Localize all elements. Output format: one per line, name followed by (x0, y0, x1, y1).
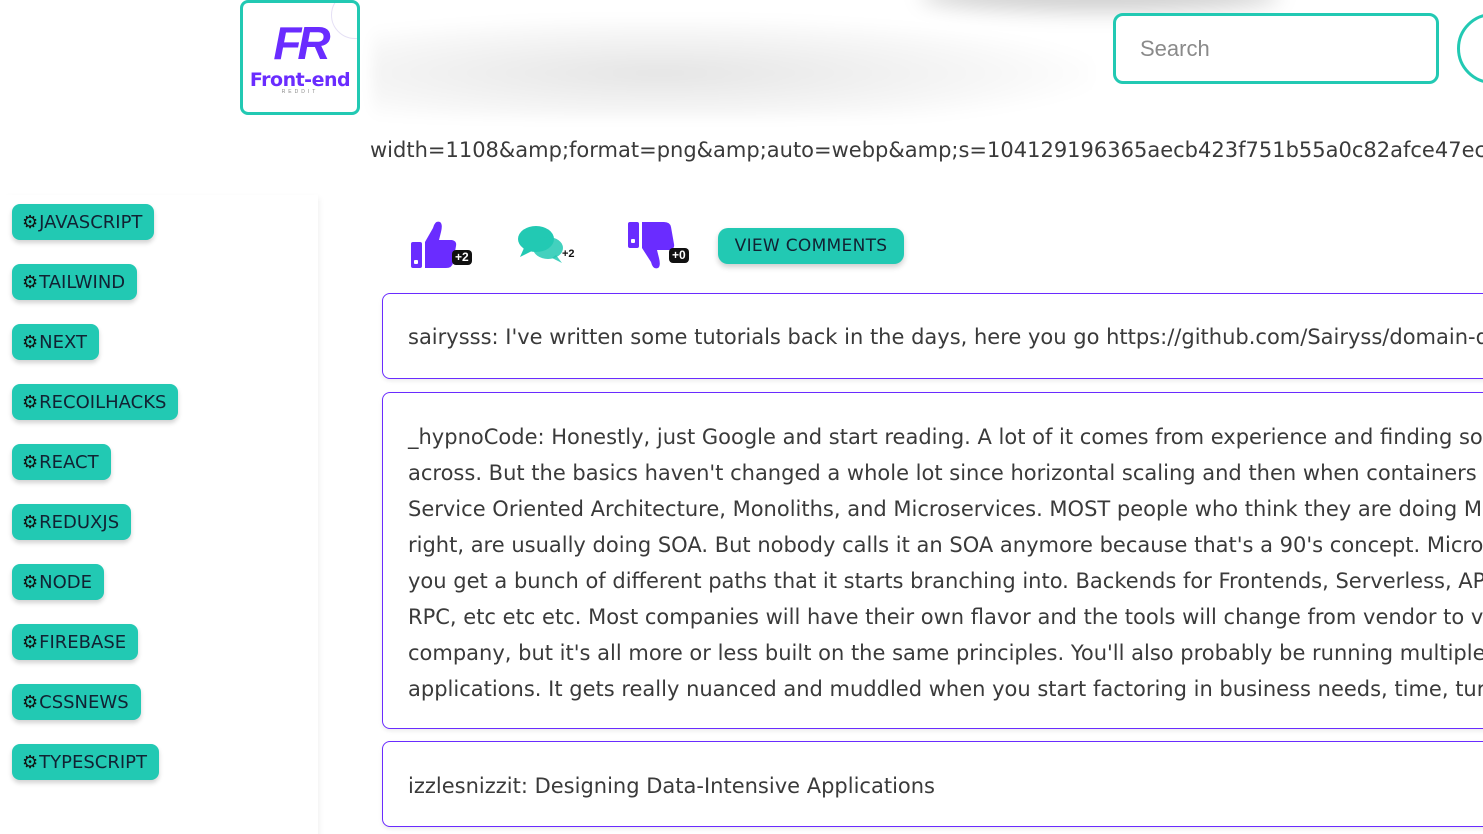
gear-icon: ⚙ (22, 751, 39, 773)
logo-subtitle: REDDIT (281, 89, 319, 96)
comment-text-line: you get a bunch of different paths that … (408, 569, 1483, 593)
comments-count: +2 (562, 248, 575, 260)
sidebar-item-label: NODE (39, 571, 93, 593)
sidebar-item-reduxjs[interactable]: ⚙ REDUXJS (12, 504, 132, 540)
sidebar-item-react[interactable]: ⚙ REACT (12, 444, 111, 480)
comment-text: sairysss: I've written some tutorials ba… (408, 325, 1483, 349)
logo-title: Front-end (249, 68, 351, 91)
comment-text-line: company, but it's all more or less built… (408, 641, 1483, 665)
comment-text-line: right, are usually doing SOA. But nobody… (408, 533, 1483, 557)
blurred-banner-image (372, 18, 1092, 118)
post-image-url: width=1108&amp;format=png&amp;auto=webp&… (370, 138, 1483, 162)
comment-text-line: RPC, etc etc etc. Most companies will ha… (408, 605, 1483, 629)
gear-icon: ⚙ (22, 571, 39, 593)
sidebar-item-node[interactable]: ⚙ NODE (12, 564, 105, 600)
sidebar-item-cssnews[interactable]: ⚙ CSSNEWS (12, 684, 141, 720)
downvote-count: +0 (669, 248, 689, 263)
sidebar-item-label: REACT (39, 451, 99, 473)
sidebar-item-label: FIREBASE (39, 631, 127, 653)
view-comments-button[interactable]: VIEW COMMENTS (718, 228, 904, 264)
gear-icon: ⚙ (22, 511, 39, 533)
gear-icon: ⚙ (22, 271, 39, 293)
comment-text-line: _hypnoCode: Honestly, just Google and st… (408, 425, 1483, 449)
sidebar-item-label: JAVASCRIPT (39, 211, 143, 233)
sidebar-item-tailwind[interactable]: ⚙ TAILWIND (12, 264, 138, 300)
profile-button[interactable] (1457, 13, 1483, 84)
blurred-header-shadow (920, 0, 1280, 12)
search-input[interactable] (1113, 13, 1439, 84)
sidebar-item-label: RECOILHACKS (39, 391, 167, 413)
comment-card: _hypnoCode: Honestly, just Google and st… (382, 392, 1483, 729)
site-logo[interactable]: FR Front-end REDDIT (240, 0, 360, 115)
logo-mark: FR (273, 16, 330, 69)
chat-bubbles-icon (518, 226, 563, 263)
downvote-button[interactable]: +0 (626, 220, 696, 276)
thumbs-up-icon (411, 221, 457, 268)
gear-icon: ⚙ (22, 331, 39, 353)
comment-text-line: applications. It gets really nuanced and… (408, 677, 1483, 701)
gear-icon: ⚙ (22, 391, 39, 413)
logo-decoration (331, 3, 357, 39)
sidebar-item-label: TYPESCRIPT (39, 751, 148, 773)
gear-icon: ⚙ (22, 691, 39, 713)
sidebar-item-firebase[interactable]: ⚙ FIREBASE (12, 624, 139, 660)
sidebar-item-label: REDUXJS (39, 511, 120, 533)
comment-card: izzlesnizzit: Designing Data-Intensive A… (382, 741, 1483, 827)
thumbs-down-icon (628, 222, 675, 269)
gear-icon: ⚙ (22, 451, 39, 473)
post-actions: +2 +2 +0 VIEW COMMENTS (408, 214, 928, 274)
comment-text-line: across. But the basics haven't changed a… (408, 461, 1483, 485)
sidebar-item-recoilhacks[interactable]: ⚙ RECOILHACKS (12, 384, 179, 420)
sidebar-item-label: NEXT (39, 331, 87, 353)
sidebar-item-next[interactable]: ⚙ NEXT (12, 324, 99, 360)
gear-icon: ⚙ (22, 211, 39, 233)
comments-button[interactable]: +2 (516, 222, 586, 272)
upvote-count: +2 (452, 250, 472, 265)
sidebar-item-typescript[interactable]: ⚙ TYPESCRIPT (12, 744, 160, 780)
comment-text: izzlesnizzit: Designing Data-Intensive A… (408, 774, 935, 798)
sidebar-item-label: CSSNEWS (39, 691, 129, 713)
upvote-button[interactable]: +2 (408, 218, 478, 274)
sidebar: ⚙ JAVASCRIPT ⚙ TAILWIND ⚙ NEXT ⚙ RECOILHACKS… (0, 195, 318, 834)
sidebar-item-label: TAILWIND (39, 271, 126, 293)
comment-text-line: Service Oriented Architecture, Monoliths… (408, 497, 1483, 521)
comment-card: sairysss: I've written some tutorials ba… (382, 293, 1483, 379)
sidebar-item-javascript[interactable]: ⚙ JAVASCRIPT (12, 204, 155, 240)
gear-icon: ⚙ (22, 631, 39, 653)
